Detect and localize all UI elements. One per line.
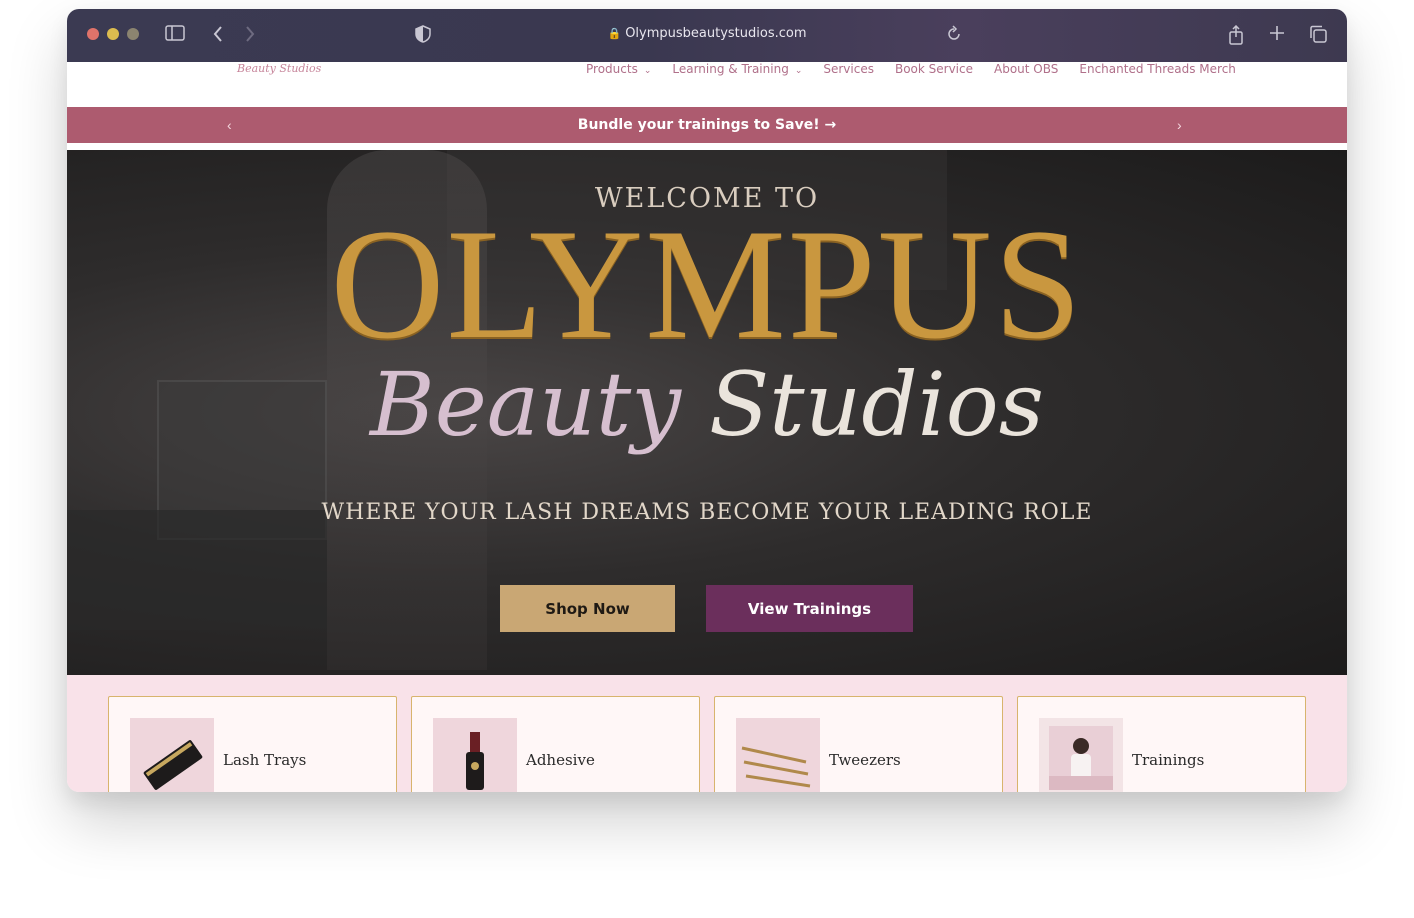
site-logo[interactable]: Beauty Studios bbox=[237, 62, 321, 75]
nav-item-products[interactable]: Products ⌄ bbox=[586, 62, 651, 76]
browser-toolbar: 🔒 Olympusbeautystudios.com bbox=[67, 9, 1347, 62]
hero-brand: OLYMPUS bbox=[330, 197, 1084, 372]
share-icon[interactable] bbox=[1228, 24, 1244, 49]
category-label: Adhesive bbox=[526, 751, 595, 769]
hero-subtitle-word2: Studios bbox=[709, 353, 1044, 456]
url-text: Olympusbeautystudios.com bbox=[625, 26, 807, 41]
announcement-text: Bundle your trainings to Save! bbox=[577, 117, 820, 133]
nav-label: Products bbox=[586, 62, 638, 76]
nav-item-about[interactable]: About OBS bbox=[994, 62, 1058, 76]
announcement-prev-icon[interactable]: ‹ bbox=[227, 107, 232, 143]
trainings-image bbox=[1039, 718, 1123, 792]
announcement-bar: ‹ Bundle your trainings to Save! → › bbox=[67, 107, 1347, 143]
new-tab-icon[interactable] bbox=[1269, 25, 1285, 45]
category-section: Lash Trays Adhesive Tweezers Trainings bbox=[67, 675, 1347, 792]
hero-background-desk bbox=[67, 510, 327, 630]
category-label: Lash Trays bbox=[223, 751, 307, 769]
category-card-trainings[interactable]: Trainings bbox=[1017, 696, 1306, 792]
hero-tagline: WHERE YOUR LASH DREAMS BECOME YOUR LEADI… bbox=[321, 500, 1093, 525]
nav-item-services[interactable]: Services bbox=[823, 62, 874, 76]
nav-label: Learning & Training bbox=[672, 62, 789, 76]
category-card-lash-trays[interactable]: Lash Trays bbox=[108, 696, 397, 792]
main-nav: Products ⌄ Learning & Training ⌄ Services … bbox=[586, 62, 1236, 76]
category-card-tweezers[interactable]: Tweezers bbox=[714, 696, 1003, 792]
category-label: Tweezers bbox=[829, 751, 901, 769]
view-trainings-button[interactable]: View Trainings bbox=[706, 585, 913, 632]
category-label: Trainings bbox=[1132, 751, 1205, 769]
hero-banner: WELCOME TO OLYMPUS Beauty Studios WHERE … bbox=[67, 150, 1347, 675]
hero-subtitle: Beauty Studios bbox=[67, 350, 1347, 460]
site-header: Beauty Studios Products ⌄ Learning & Trai… bbox=[67, 62, 1347, 107]
shop-now-button[interactable]: Shop Now bbox=[500, 585, 675, 632]
browser-window: 🔒 Olympusbeautystudios.com Beauty Studios… bbox=[67, 9, 1347, 792]
arrow-right-icon: → bbox=[824, 117, 837, 133]
announcement-link[interactable]: Bundle your trainings to Save! → bbox=[578, 117, 836, 133]
address-bar[interactable]: 🔒 Olympusbeautystudios.com bbox=[67, 26, 1347, 41]
hero-subtitle-word1: Beauty bbox=[370, 353, 682, 456]
chevron-down-icon: ⌄ bbox=[794, 66, 803, 76]
reload-icon[interactable] bbox=[946, 25, 962, 47]
lash-tray-image bbox=[130, 718, 214, 792]
chevron-down-icon: ⌄ bbox=[643, 66, 652, 76]
category-card-adhesive[interactable]: Adhesive bbox=[411, 696, 700, 792]
tabs-icon[interactable] bbox=[1309, 25, 1327, 47]
lock-icon: 🔒 bbox=[607, 27, 622, 40]
adhesive-bottle-image bbox=[433, 718, 517, 792]
nav-item-book-service[interactable]: Book Service bbox=[895, 62, 973, 76]
tweezers-image bbox=[736, 718, 820, 792]
nav-item-learning-training[interactable]: Learning & Training ⌄ bbox=[672, 62, 802, 76]
announcement-next-icon[interactable]: › bbox=[1177, 107, 1182, 143]
nav-item-merch[interactable]: Enchanted Threads Merch bbox=[1079, 62, 1236, 76]
